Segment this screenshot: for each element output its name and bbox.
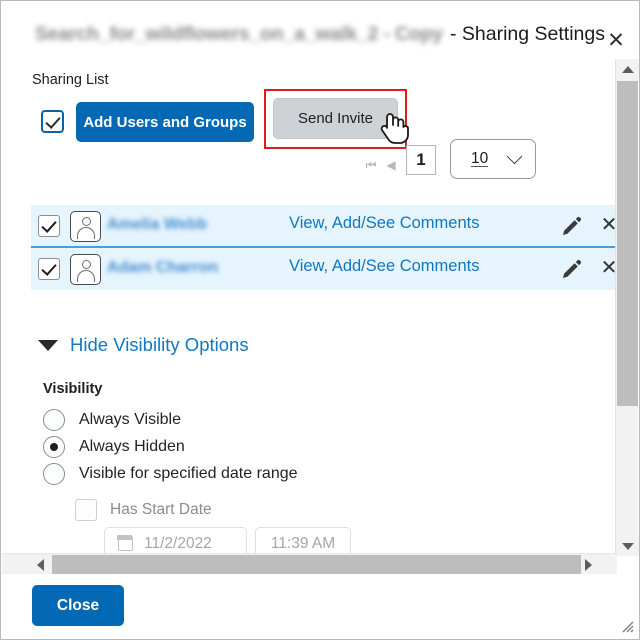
add-users-and-groups-button[interactable]: Add Users and Groups (76, 102, 254, 142)
radio-always-visible[interactable]: Always Visible (43, 409, 181, 431)
triangle-right-icon (584, 559, 592, 571)
row-select-checkbox[interactable] (38, 258, 60, 280)
radio-always-hidden[interactable]: Always Hidden (43, 436, 185, 458)
page-size-select[interactable]: 10 (450, 139, 536, 179)
has-start-date-checkbox-row[interactable]: Has Start Date (75, 499, 212, 521)
pencil-icon[interactable] (560, 216, 582, 238)
user-name: Adam Charron (107, 259, 219, 276)
table-row[interactable]: Amelia Webb View, Add/See Comments ✕ (31, 205, 617, 247)
vertical-scroll-thumb[interactable] (617, 81, 638, 406)
avatar-body-icon (76, 270, 95, 282)
close-icon[interactable]: ✕ (601, 25, 631, 55)
page-title: Search_for_wildflowers_on_a_walk_2 - Cop… (35, 23, 605, 46)
sharing-list-label: Sharing List (32, 72, 109, 88)
pagination-first-button[interactable]: ⏮ (364, 158, 378, 172)
page-title-suffix: - Sharing Settings (449, 23, 605, 45)
select-all-checkbox[interactable] (41, 110, 64, 133)
page-size-value: 10 (471, 150, 489, 167)
has-start-date-label: Has Start Date (110, 501, 212, 518)
triangle-left-icon (36, 559, 44, 571)
scroll-up-button[interactable] (616, 59, 639, 79)
horizontal-scrollbar[interactable] (2, 553, 617, 575)
scroll-left-button[interactable] (29, 554, 51, 576)
hide-visibility-options-toggle[interactable]: Hide Visibility Options (38, 334, 249, 356)
sharing-settings-dialog: Search_for_wildflowers_on_a_walk_2 - Cop… (0, 0, 640, 640)
radio-button (43, 463, 65, 485)
radio-button (43, 409, 65, 431)
permission-link[interactable]: View, Add/See Comments (289, 214, 479, 233)
triangle-up-icon (621, 65, 634, 73)
triangle-down-icon (621, 542, 634, 550)
permission-link[interactable]: View, Add/See Comments (289, 257, 479, 276)
send-invite-button[interactable]: Send Invite (273, 98, 398, 139)
radio-label: Visible for specified date range (79, 465, 298, 482)
avatar-head-icon (81, 217, 91, 226)
horizontal-scroll-thumb[interactable] (52, 555, 581, 575)
resize-grip-icon[interactable] (620, 619, 634, 633)
avatar-body-icon (76, 227, 95, 239)
has-start-date-checkbox[interactable] (75, 499, 97, 521)
user-name: Amelia Webb (107, 216, 208, 233)
avatar (70, 211, 101, 242)
radio-visible-date-range[interactable]: Visible for specified date range (43, 463, 298, 485)
vertical-scrollbar[interactable] (615, 59, 639, 556)
dialog-footer: Close (2, 574, 639, 638)
scroll-right-button[interactable] (577, 554, 599, 576)
close-button[interactable]: Close (32, 585, 124, 626)
dialog-titlebar: Search_for_wildflowers_on_a_walk_2 - Cop… (1, 1, 639, 59)
radio-label: Always Visible (79, 411, 181, 428)
start-date-value: 11/2/2022 (144, 534, 212, 552)
pagination-prev-button[interactable]: ◀ (384, 158, 398, 172)
pagination-current-page[interactable]: 1 (406, 145, 436, 175)
scroll-down-button[interactable] (616, 536, 639, 556)
caret-down-icon (38, 339, 58, 351)
calendar-icon (117, 535, 133, 551)
dialog-content: Sharing List Add Users and Groups Send I… (2, 59, 639, 576)
chevron-down-icon (506, 148, 523, 165)
start-time-value: 11:39 AM (270, 534, 336, 552)
avatar (70, 254, 101, 285)
document-name-redacted: Search_for_wildflowers_on_a_walk_2 - Cop… (35, 23, 443, 45)
row-select-checkbox[interactable] (38, 215, 60, 237)
radio-label: Always Hidden (79, 438, 185, 455)
radio-button-selected (43, 436, 65, 458)
visibility-toggle-label: Hide Visibility Options (70, 334, 249, 355)
visibility-heading: Visibility (43, 381, 103, 397)
table-row[interactable]: Adam Charron View, Add/See Comments ✕ (31, 248, 617, 290)
avatar-head-icon (81, 260, 91, 269)
pencil-icon[interactable] (560, 259, 582, 281)
